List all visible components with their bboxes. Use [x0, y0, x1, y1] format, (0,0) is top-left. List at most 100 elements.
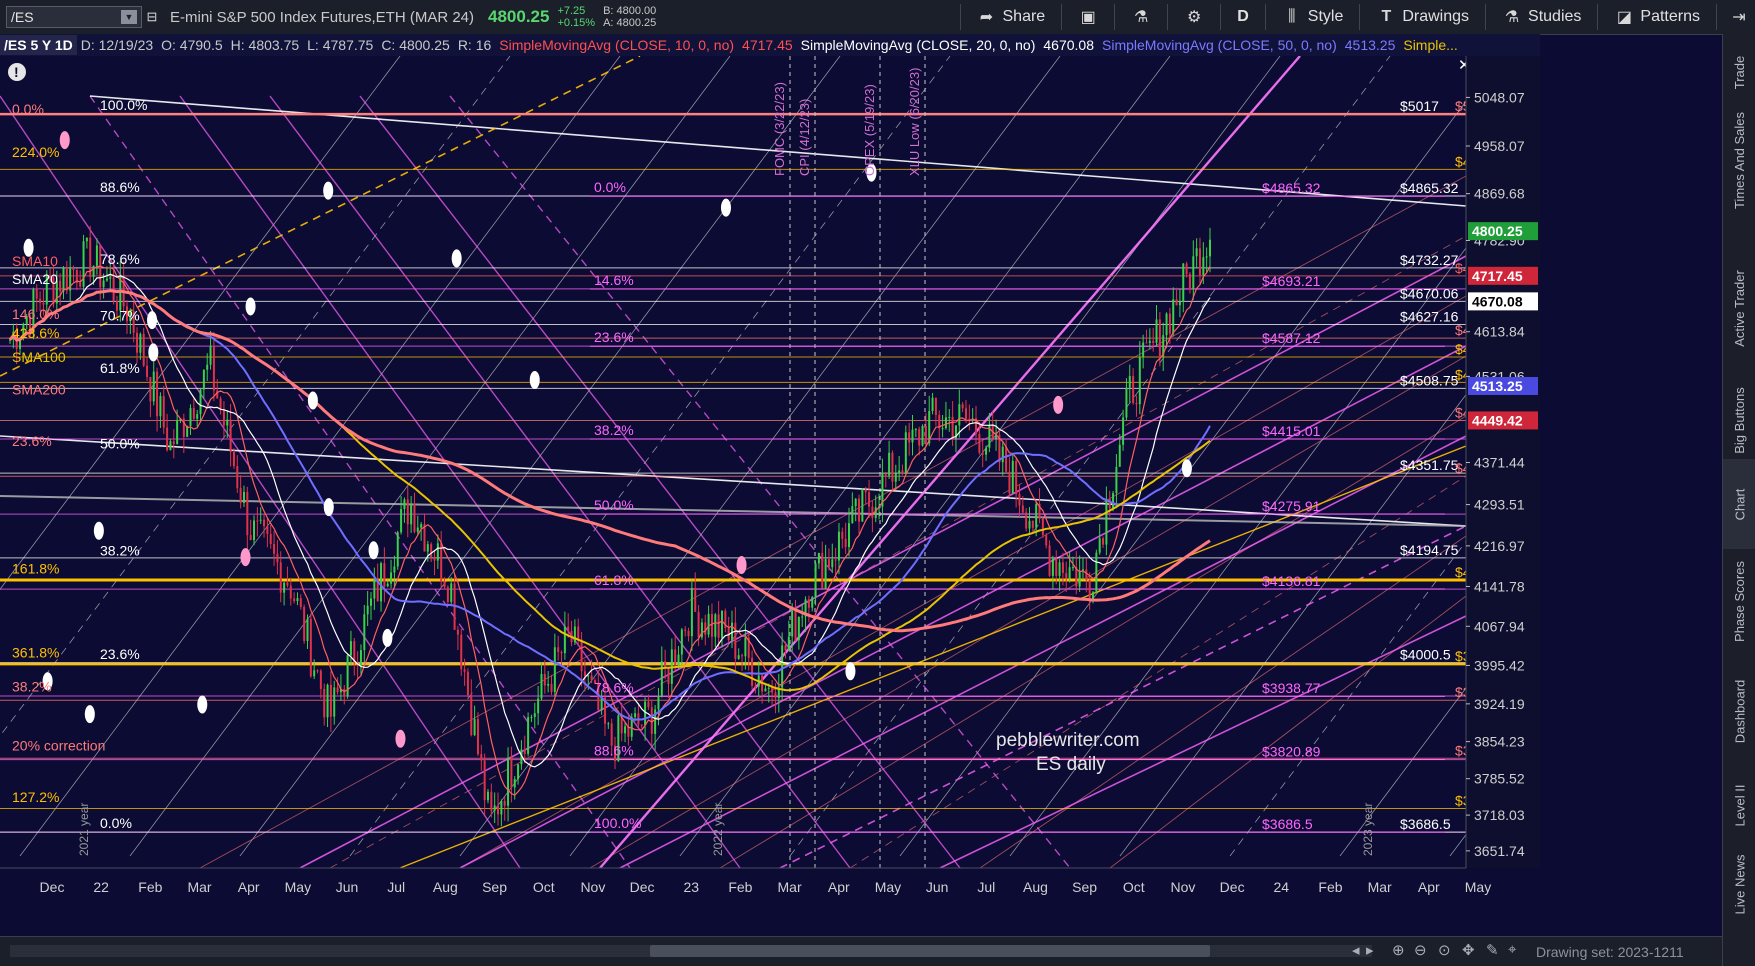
fib-left-label: SMA10 — [12, 253, 58, 269]
candle-body — [1058, 562, 1061, 576]
price-badge-label: 4800.25 — [1472, 223, 1523, 239]
candle-body — [814, 563, 817, 598]
patterns-button[interactable]: ◪ Patterns — [1604, 0, 1710, 34]
studies-icon: ⚗ — [1504, 9, 1520, 26]
candle-body — [440, 543, 443, 582]
candle-body — [1138, 356, 1141, 405]
candle-body — [1071, 567, 1074, 569]
fib-mid-label: 23.6% — [594, 329, 634, 345]
candle-body — [1142, 342, 1145, 357]
side-tab-dashboard[interactable]: Dashboard — [1723, 666, 1755, 756]
scroll-right-icon[interactable]: ▸ — [1366, 941, 1374, 959]
share-button[interactable]: ➦ Share — [967, 0, 1056, 34]
drawing-mode-icon[interactable]: ✎ — [1486, 941, 1499, 959]
fib-left-label: 20% correction — [12, 738, 105, 754]
candle-body — [383, 563, 386, 587]
flask-button[interactable]: ⚗ — [1121, 0, 1161, 34]
fib-mid-label: 14.6% — [594, 272, 634, 288]
candle-body — [159, 396, 162, 417]
symbol-dropdown-icon[interactable]: ▼ — [121, 10, 137, 24]
candle-body — [550, 683, 553, 692]
screenshot-button[interactable]: ▣ — [1068, 0, 1108, 34]
candle-body — [1021, 505, 1024, 513]
candle-body — [961, 404, 964, 409]
candle-body — [577, 626, 580, 640]
side-tab-chart[interactable]: Chart — [1723, 459, 1755, 549]
settings-button[interactable]: ⚙ — [1174, 0, 1214, 34]
net-change: +7.25 — [557, 5, 586, 17]
candle-body — [1112, 493, 1115, 509]
side-tab-label: Active Trader — [1732, 269, 1747, 347]
candle-body — [306, 618, 309, 642]
side-tab-live-news[interactable]: Live News — [1723, 839, 1755, 929]
candle-body — [363, 614, 366, 651]
candle-body — [797, 616, 800, 641]
price-change: +7.25 +0.15% — [557, 5, 595, 29]
side-tab-trade[interactable]: Trade — [1723, 27, 1755, 117]
candle-body — [476, 719, 479, 755]
sma20-legend[interactable]: SimpleMovingAvg (CLOSE, 20, 0, no) — [797, 35, 1040, 55]
candle-body — [500, 800, 503, 815]
text-drawing-icon: T — [1381, 8, 1392, 25]
year-mark: 2021 year — [77, 803, 91, 856]
candle-body — [911, 429, 914, 443]
candle-body — [309, 618, 312, 677]
zoom-fit-icon[interactable]: ⊙ — [1438, 941, 1451, 959]
candle-body — [841, 531, 844, 539]
side-tab-big-buttons[interactable]: Big Buttons — [1723, 375, 1755, 465]
side-tab-active-trader[interactable]: Active Trader — [1723, 263, 1755, 353]
candle-body — [156, 371, 159, 417]
pan-icon[interactable]: ✥ — [1462, 941, 1475, 959]
level-label: $4587.12 — [1262, 330, 1321, 346]
side-tab-times-and-sales[interactable]: Times And Sales — [1723, 111, 1755, 208]
candle-body — [704, 622, 707, 635]
ohlc-close: C: 4800.25 — [381, 37, 450, 53]
side-tab-level-ii[interactable]: Level II — [1723, 760, 1755, 850]
price-chart[interactable]: FOMC (3/22/23) CPI (4/12/23) OPEX (5/19/23… — [0, 56, 1540, 912]
candle-body — [380, 563, 383, 602]
candle-body — [166, 427, 169, 451]
fib-left-label: 146.0% — [12, 306, 59, 322]
candle-body — [333, 687, 336, 717]
candle-body — [530, 716, 533, 718]
candle-body — [139, 333, 142, 353]
period-button[interactable]: D — [1227, 0, 1259, 34]
candle-body — [640, 724, 643, 726]
symbol-selector[interactable]: /ES ▼ — [6, 6, 142, 28]
fib-left-label: SMA100 — [12, 349, 66, 365]
candle-body — [1158, 319, 1161, 357]
drawings-button[interactable]: T Drawings — [1366, 0, 1479, 34]
zoom-in-icon[interactable]: ⊕ — [1392, 941, 1405, 959]
fib-left-label: 38.2% — [12, 678, 52, 694]
pattern-marker — [451, 249, 462, 268]
candle-body — [406, 499, 409, 525]
side-tab-label: Phase Scores — [1732, 560, 1747, 642]
zoom-out-icon[interactable]: ⊖ — [1414, 941, 1427, 959]
scroll-thumb[interactable] — [650, 945, 1210, 957]
style-button[interactable]: ⫼ Style — [1272, 0, 1354, 34]
fib-left-label: 0.0% — [12, 101, 44, 117]
sma100-legend[interactable]: Simple... — [1399, 35, 1461, 55]
crosshair-icon[interactable]: ⌖ — [1508, 941, 1516, 958]
candle-body — [349, 641, 352, 656]
candle-body — [888, 452, 891, 476]
candle-body — [634, 713, 637, 718]
candle-body — [493, 805, 496, 811]
sma10-legend[interactable]: SimpleMovingAvg (CLOSE, 10, 0, no) — [495, 35, 738, 55]
time-tick-label: Aug — [433, 879, 458, 895]
scroll-left-icon[interactable]: ◂ — [1352, 941, 1360, 959]
time-tick-label: Apr — [828, 879, 850, 895]
side-tab-phase-scores[interactable]: Phase Scores — [1723, 556, 1755, 646]
candle-body — [951, 416, 954, 439]
candle-body — [898, 470, 901, 474]
watermark-site: pebblewriter.com — [996, 730, 1140, 751]
candle-body — [149, 376, 152, 402]
candle-body — [336, 687, 339, 693]
sma50-legend[interactable]: SimpleMovingAvg (CLOSE, 50, 0, no) — [1098, 35, 1341, 55]
candle-body — [423, 524, 426, 552]
time-tick-label: Aug — [1023, 879, 1048, 895]
candle-body — [92, 265, 95, 277]
candle-body — [690, 587, 693, 637]
studies-button[interactable]: ⚗ Studies — [1492, 0, 1591, 34]
link-icon[interactable]: ⊟ — [142, 9, 162, 25]
